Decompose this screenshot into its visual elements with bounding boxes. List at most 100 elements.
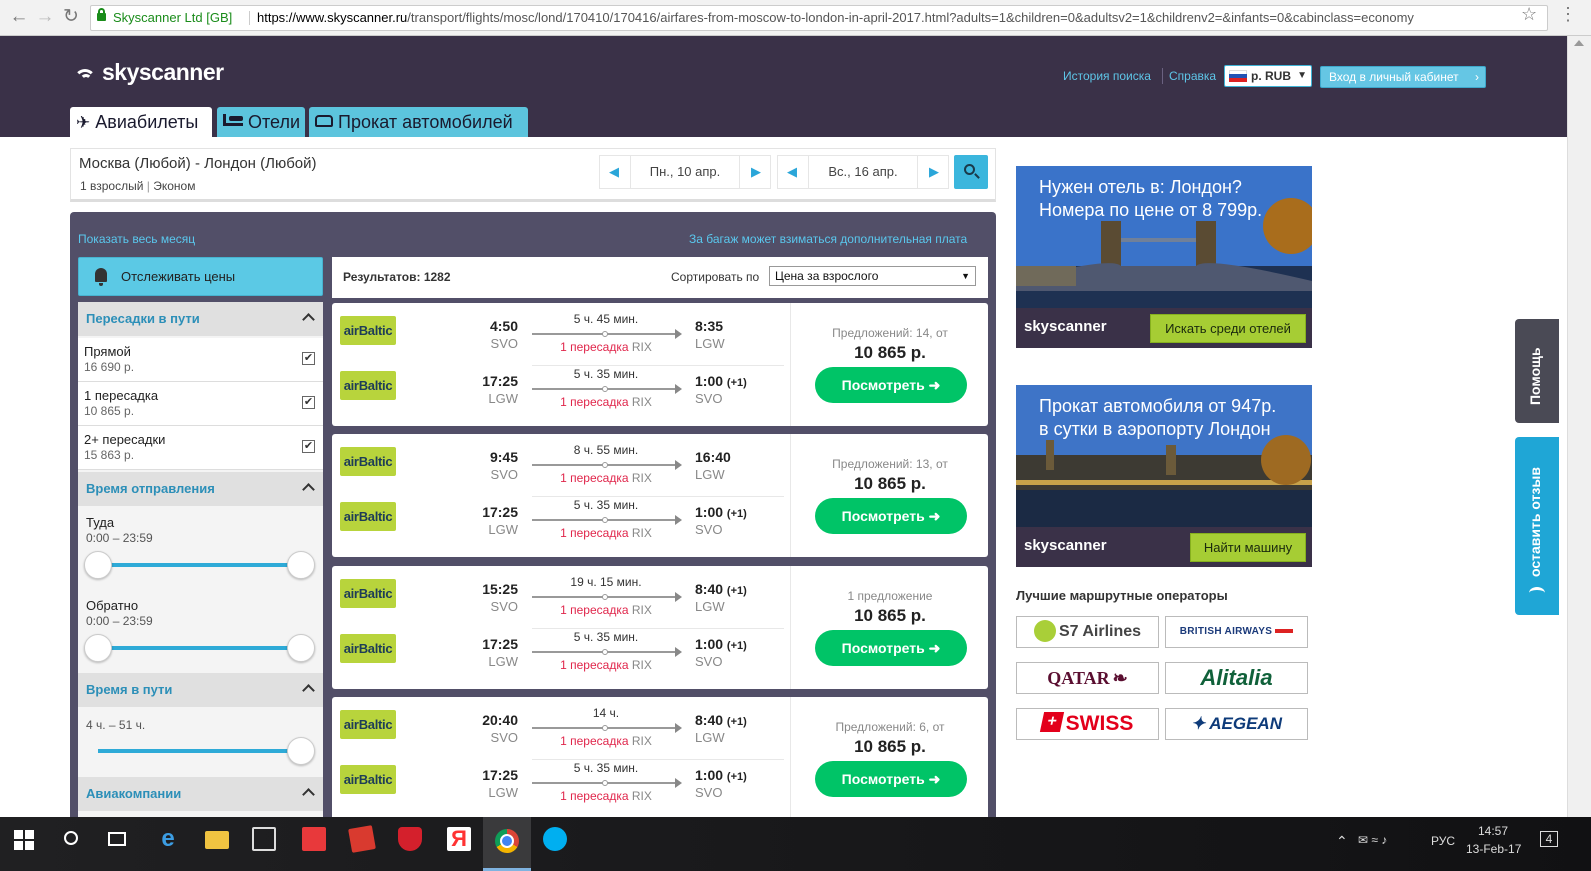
airline-logo: airBaltic: [340, 316, 396, 345]
notification-center-icon[interactable]: 4: [1540, 831, 1558, 847]
swiss-cross-icon: +: [1039, 712, 1064, 733]
sort-label: Сортировать по: [671, 270, 760, 284]
prev-date-icon[interactable]: ◀: [778, 156, 806, 188]
tab-flights[interactable]: ✈ Авиабилеты: [70, 107, 212, 137]
clock-date[interactable]: 13-Feb-17: [1466, 842, 1521, 856]
chevron-up-icon[interactable]: [302, 788, 315, 801]
baggage-note-link[interactable]: За багаж может взиматься дополнительная …: [689, 232, 967, 246]
language-indicator[interactable]: РУС: [1431, 834, 1455, 848]
notes-icon[interactable]: [348, 825, 376, 853]
scrollbar[interactable]: [1567, 36, 1591, 817]
chevron-up-icon[interactable]: [302, 684, 315, 697]
yandex-icon[interactable]: Я: [447, 827, 471, 851]
checkbox[interactable]: ✔: [302, 352, 315, 365]
filter-duration-header[interactable]: Время в пути: [78, 673, 323, 707]
tab-hotels[interactable]: Отели: [217, 107, 305, 137]
alitalia-logo[interactable]: Alitalia: [1165, 662, 1308, 694]
slider-handle[interactable]: [287, 551, 315, 579]
search-button[interactable]: [954, 155, 988, 189]
prev-date-icon[interactable]: ◀: [600, 156, 628, 188]
tab-car-rental[interactable]: Прокат автомобилей: [309, 107, 528, 137]
result-card[interactable]: airBaltic 9:45 SVO 8 ч. 55 мин. 1 пересадка …: [332, 434, 988, 557]
depart-date-picker: ◀ Пн., 10 апр. ▶: [599, 155, 771, 189]
forward-icon[interactable]: →: [34, 6, 56, 28]
bookmark-star-icon[interactable]: ☆: [1521, 4, 1537, 25]
help-side-tab[interactable]: Помощь: [1515, 319, 1559, 423]
stops-info[interactable]: 1 пересадка RIX: [532, 789, 680, 803]
slider-handle[interactable]: [84, 551, 112, 579]
reader-icon[interactable]: [302, 827, 326, 851]
reload-icon[interactable]: ↻: [60, 6, 82, 28]
car-rental-ad[interactable]: Прокат автомобиля от 947р. в сутки в аэро…: [1016, 385, 1312, 567]
checkbox[interactable]: ✔: [302, 396, 315, 409]
stops-info[interactable]: 1 пересадка RIX: [532, 658, 680, 672]
clock-time[interactable]: 14:57: [1478, 824, 1508, 838]
edge-icon[interactable]: e: [156, 827, 180, 851]
task-view-icon[interactable]: [108, 832, 126, 846]
sort-select[interactable]: Цена за взрослого ▼: [769, 266, 976, 286]
slider-handle[interactable]: [287, 737, 315, 765]
show-month-link[interactable]: Показать весь месяц: [78, 232, 195, 246]
file-explorer-icon[interactable]: [205, 831, 229, 849]
filter-stops-header[interactable]: Пересадки в пути: [78, 302, 323, 336]
next-date-icon[interactable]: ▶: [742, 156, 770, 188]
login-button[interactable]: Вход в личный кабинет ›: [1320, 66, 1486, 88]
chevron-up-icon[interactable]: [302, 313, 315, 326]
next-date-icon[interactable]: ▶: [920, 156, 948, 188]
inbound-slider[interactable]: [98, 646, 302, 650]
find-car-button[interactable]: Найти машину: [1190, 533, 1306, 562]
duration-slider[interactable]: [98, 749, 302, 753]
windows-start-icon[interactable]: [14, 830, 34, 850]
skyscanner-logo[interactable]: skyscanner: [70, 59, 224, 86]
chevron-up-icon[interactable]: [302, 483, 315, 496]
s7-airlines-logo[interactable]: S7 Airlines: [1016, 616, 1159, 648]
browser-menu-icon[interactable]: ⋮: [1556, 4, 1580, 25]
view-deal-button[interactable]: Посмотреть ➜: [815, 367, 967, 403]
slider-handle[interactable]: [84, 634, 112, 662]
feedback-side-tab[interactable]: оставить отзыв: [1515, 437, 1559, 615]
currency-select[interactable]: р. RUB ▼: [1224, 65, 1312, 87]
help-link[interactable]: Справка: [1169, 69, 1216, 83]
result-card[interactable]: airBaltic 15:25 SVO 19 ч. 15 мин. 1 пересадк…: [332, 566, 988, 689]
filter-stop-option[interactable]: 1 пересадка 10 865 р. ✔: [78, 382, 323, 426]
stops-info[interactable]: 1 пересадка RIX: [532, 395, 680, 409]
scroll-up-icon[interactable]: [1574, 40, 1584, 46]
filter-departure-header[interactable]: Время отправления: [78, 472, 323, 506]
result-card[interactable]: airBaltic 4:50 SVO 5 ч. 45 мин. 1 пересадка …: [332, 303, 988, 426]
track-prices-button[interactable]: Отслеживать цены: [78, 257, 323, 296]
view-deal-button[interactable]: Посмотреть ➜: [815, 498, 967, 534]
slider-handle[interactable]: [287, 634, 315, 662]
stops-info[interactable]: 1 пересадка RIX: [532, 471, 680, 485]
hotel-ad[interactable]: Нужен отель в: Лондон? Номера по цене от …: [1016, 166, 1312, 348]
view-deal-button[interactable]: Посмотреть ➜: [815, 630, 967, 666]
skype-icon[interactable]: [543, 827, 567, 851]
search-history-link[interactable]: История поиска: [1063, 69, 1151, 83]
tray-arrow-icon[interactable]: ⌃: [1336, 833, 1348, 850]
oryx-icon: ❧: [1112, 668, 1128, 688]
view-deal-button[interactable]: Посмотреть ➜: [815, 761, 967, 797]
filter-airlines-header[interactable]: Авиакомпании: [78, 777, 323, 811]
stops-info[interactable]: 1 пересадка RIX: [532, 603, 680, 617]
filter-stop-option[interactable]: Прямой 16 690 р. ✔: [78, 338, 323, 382]
stops-info[interactable]: 1 пересадка RIX: [532, 526, 680, 540]
swiss-logo[interactable]: + SWISS: [1016, 708, 1159, 740]
outbound-slider[interactable]: [98, 563, 302, 567]
qatar-airways-logo[interactable]: QATAR ❧: [1016, 662, 1159, 694]
chrome-taskbar-item[interactable]: [483, 817, 531, 871]
return-date[interactable]: Вс., 16 апр.: [808, 156, 918, 188]
british-airways-logo[interactable]: BRITISH AIRWAYS: [1165, 616, 1308, 648]
checkbox[interactable]: ✔: [302, 440, 315, 453]
search-hotels-button[interactable]: Искать среди отелей: [1150, 314, 1306, 343]
store-icon[interactable]: [252, 827, 276, 851]
back-icon[interactable]: ←: [8, 6, 30, 28]
tray-icons[interactable]: ✉ ≈ ♪: [1358, 833, 1387, 847]
stops-info[interactable]: 1 пересадка RIX: [532, 340, 680, 354]
address-bar[interactable]: Skyscanner Ltd [GB] https://www.skyscann…: [90, 5, 1548, 31]
filter-stop-option[interactable]: 2+ пересадки 15 863 р. ✔: [78, 426, 323, 470]
result-card[interactable]: airBaltic 20:40 SVO 14 ч. 1 пересадка RIX 8:4…: [332, 697, 988, 820]
search-icon[interactable]: [64, 831, 78, 845]
stops-info[interactable]: 1 пересадка RIX: [532, 734, 680, 748]
mcafee-icon[interactable]: [398, 827, 422, 851]
aegean-logo[interactable]: ✦ AEGEAN: [1165, 708, 1308, 740]
depart-date[interactable]: Пн., 10 апр.: [630, 156, 740, 188]
